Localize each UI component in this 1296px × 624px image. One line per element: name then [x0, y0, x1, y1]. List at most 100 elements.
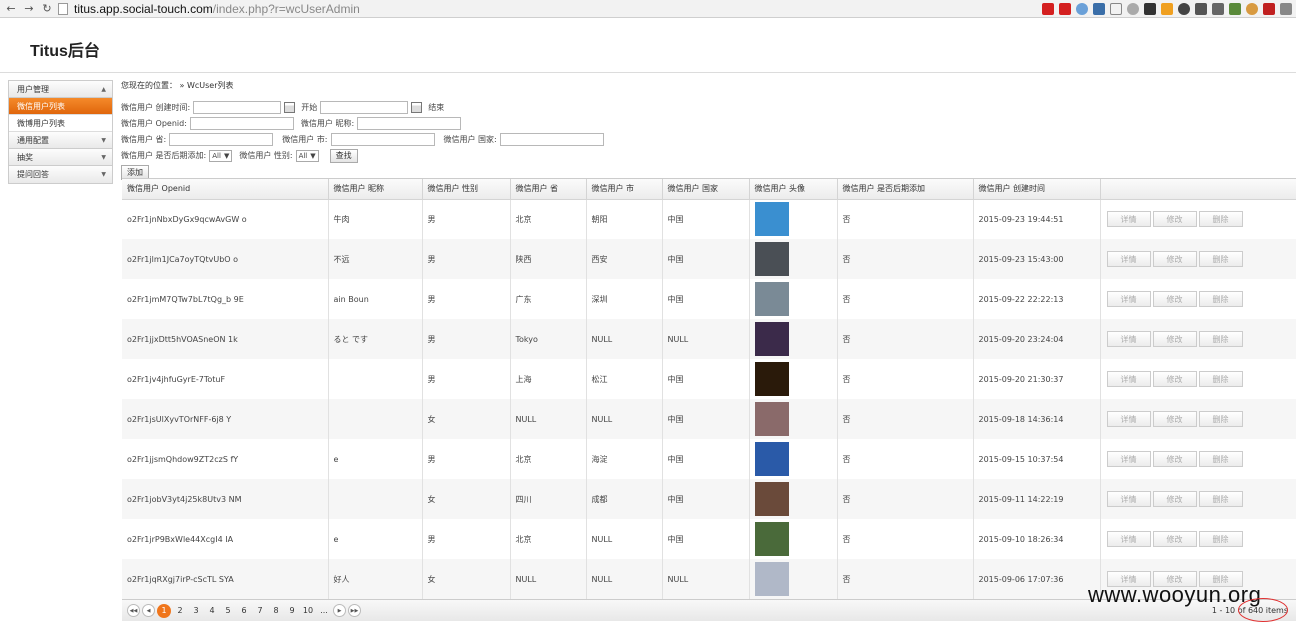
forward-icon[interactable]: →: [22, 2, 36, 16]
page-number[interactable]: 1: [157, 603, 171, 618]
detail-button[interactable]: 详情: [1106, 251, 1151, 267]
city-input[interactable]: [330, 133, 435, 146]
edit-button[interactable]: 修改: [1152, 251, 1197, 267]
back-icon[interactable]: ←: [4, 2, 18, 16]
cell-avatar: [749, 439, 838, 479]
nickname-input[interactable]: [357, 117, 462, 130]
menu-icon[interactable]: [1280, 2, 1292, 15]
detail-button[interactable]: 详情: [1106, 291, 1151, 307]
delete-button[interactable]: 删除: [1198, 331, 1243, 347]
column-header[interactable]: 微信用户 国家: [662, 179, 750, 200]
edit-button[interactable]: 修改: [1152, 411, 1197, 427]
sidebar-section-user-mgmt[interactable]: 用户管理 ▲: [9, 81, 112, 98]
avatar: [754, 482, 789, 516]
browser-toolbar: ← → ↻ titus.app.social-touch.com /index.…: [0, 0, 1296, 18]
extension-icon[interactable]: [1229, 2, 1241, 15]
detail-button[interactable]: 详情: [1106, 451, 1151, 467]
column-header[interactable]: 微信用户 头像: [749, 179, 838, 200]
gender-value: All: [298, 151, 308, 160]
delete-button[interactable]: 删除: [1198, 251, 1243, 267]
cell-avatar: [749, 319, 838, 359]
page-number[interactable]: 10: [301, 604, 315, 618]
last-page-icon[interactable]: ▶▶: [348, 604, 361, 617]
page-number[interactable]: 7: [253, 604, 267, 618]
edit-button[interactable]: 修改: [1152, 211, 1197, 228]
gender-select[interactable]: All ▼: [295, 149, 319, 162]
edit-button[interactable]: 修改: [1152, 531, 1197, 547]
address-bar[interactable]: titus.app.social-touch.com /index.php?r=…: [58, 2, 1042, 16]
extension-icon[interactable]: [1127, 2, 1139, 15]
edit-button[interactable]: 修改: [1152, 331, 1197, 347]
edit-button[interactable]: 修改: [1152, 291, 1197, 307]
extension-icon[interactable]: [1093, 2, 1105, 15]
search-button[interactable]: 查找: [329, 148, 358, 163]
delete-button[interactable]: 删除: [1198, 211, 1243, 228]
moon-icon[interactable]: [1076, 2, 1088, 15]
star-icon[interactable]: [1110, 2, 1122, 15]
page-number[interactable]: ...: [317, 604, 331, 618]
calendar-icon[interactable]: [411, 102, 423, 113]
cookie-icon[interactable]: [1246, 2, 1258, 15]
cell-avatar: [749, 399, 838, 439]
country-input[interactable]: [499, 133, 604, 146]
page-number[interactable]: 8: [269, 604, 283, 618]
openid-input[interactable]: [189, 117, 294, 130]
province-input[interactable]: [169, 133, 274, 146]
flag-icon[interactable]: [1059, 2, 1071, 15]
sidebar-section-general-config[interactable]: 通用配置 ▼: [9, 132, 112, 149]
sidebar-section-lottery[interactable]: 抽奖 ▼: [9, 149, 112, 166]
cell-city: 海淀: [586, 439, 663, 479]
column-header[interactable]: 微信用户 昵称: [328, 179, 423, 200]
column-header[interactable]: 微信用户 Openid: [122, 179, 329, 200]
detail-button[interactable]: 详情: [1106, 531, 1151, 547]
delete-button[interactable]: 删除: [1198, 411, 1243, 427]
extension-icon[interactable]: [1195, 2, 1207, 15]
detail-button[interactable]: 详情: [1106, 371, 1151, 387]
page-number[interactable]: 4: [205, 604, 219, 618]
detail-button[interactable]: 详情: [1106, 491, 1151, 507]
first-page-icon[interactable]: ◀◀: [127, 604, 140, 617]
column-header[interactable]: 微信用户 是否后期添加: [837, 179, 974, 200]
notification-icon[interactable]: [1161, 2, 1173, 15]
detail-button[interactable]: 详情: [1106, 331, 1151, 347]
delete-button[interactable]: 删除: [1198, 491, 1243, 507]
spider-icon[interactable]: [1212, 2, 1224, 15]
cell-city: 松江: [586, 359, 663, 399]
reload-icon[interactable]: ↻: [40, 2, 54, 16]
page-number[interactable]: 9: [285, 604, 299, 618]
glasses-icon[interactable]: [1144, 2, 1156, 15]
sidebar-item-wechat-users[interactable]: 微信用户列表: [9, 98, 112, 115]
late-add-select[interactable]: All ▼: [209, 149, 233, 162]
created-end-input[interactable]: [320, 101, 409, 114]
column-header[interactable]: 微信用户 性别: [422, 179, 511, 200]
cell-avatar: [749, 279, 838, 319]
delete-button[interactable]: 删除: [1198, 531, 1243, 547]
page-number[interactable]: 3: [189, 604, 203, 618]
sidebar-section-qa[interactable]: 提问回答 ▼: [9, 166, 112, 183]
extension-icon[interactable]: [1263, 2, 1275, 15]
edit-button[interactable]: 修改: [1152, 371, 1197, 387]
calendar-icon[interactable]: [284, 102, 296, 113]
dropdown-arrow-icon: ▼: [223, 151, 230, 160]
sidebar-item-weibo-users[interactable]: 微博用户列表: [9, 115, 112, 132]
created-start-input[interactable]: [193, 101, 282, 114]
delete-button[interactable]: 删除: [1198, 451, 1243, 467]
extension-icon[interactable]: [1178, 2, 1190, 15]
detail-button[interactable]: 详情: [1106, 211, 1151, 228]
detail-button[interactable]: 详情: [1106, 411, 1151, 427]
column-header[interactable]: [1100, 179, 1296, 200]
delete-button[interactable]: 删除: [1198, 371, 1243, 387]
next-page-icon[interactable]: ▶: [333, 604, 346, 617]
column-header[interactable]: 微信用户 市: [586, 179, 663, 200]
edit-button[interactable]: 修改: [1152, 491, 1197, 507]
delete-button[interactable]: 删除: [1198, 291, 1243, 307]
cell-city: NULL: [586, 319, 663, 359]
page-number[interactable]: 5: [221, 604, 235, 618]
flag-icon[interactable]: [1042, 2, 1054, 15]
column-header[interactable]: 微信用户 省: [510, 179, 587, 200]
edit-button[interactable]: 修改: [1152, 451, 1197, 467]
prev-page-icon[interactable]: ◀: [142, 604, 155, 617]
page-number[interactable]: 2: [173, 604, 187, 618]
page-number[interactable]: 6: [237, 604, 251, 618]
column-header[interactable]: 微信用户 创建时间: [973, 179, 1101, 200]
